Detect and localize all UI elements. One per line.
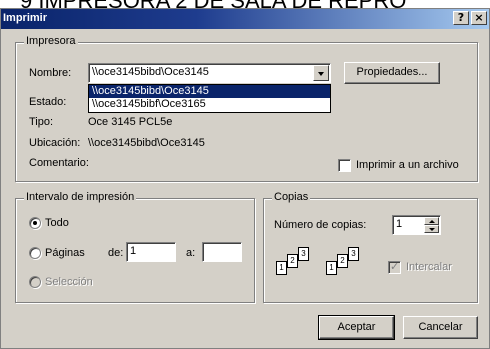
chevron-down-icon (318, 72, 324, 76)
page-3-icon: 3 (298, 247, 309, 261)
copies-group: Copias Número de copias: 1 3 2 1 3 2 1 ✓… (263, 191, 478, 303)
to-page-input[interactable] (202, 242, 242, 262)
dropdown-item[interactable]: \\oce3145bibd\Oce3145 (89, 85, 330, 98)
printer-group: Impresora Nombre: \\oce3145bibd\Oce3145 … (15, 35, 478, 182)
status-label: Estado: (29, 96, 67, 108)
collate-label: Intercalar (406, 261, 452, 273)
location-value: \\oce3145bibd\Oce3145 (88, 137, 205, 149)
copies-spinner (424, 217, 439, 233)
window-title: Imprimir (3, 12, 48, 24)
collate-pages-icon: 3 2 1 (276, 247, 316, 281)
collate-checkbox[interactable]: ✓ (388, 261, 401, 274)
spin-down-button[interactable] (424, 225, 439, 233)
from-page-input[interactable]: 1 (126, 242, 176, 262)
pages-radio[interactable] (29, 247, 41, 259)
selection-radio[interactable] (29, 276, 41, 288)
arrow-down-icon (429, 228, 435, 231)
to-label: a: (186, 247, 196, 259)
printer-name-label: Nombre: (29, 67, 72, 79)
copies-group-label: Copias (272, 191, 311, 203)
print-dialog: Imprimir ? × Impresora Nombre: \\oce3145… (0, 8, 490, 349)
print-to-file-label: Imprimir a un archivo (356, 159, 459, 171)
page-3-icon: 3 (348, 247, 359, 261)
printer-group-label: Impresora (24, 35, 78, 47)
copies-count-value: 1 (396, 218, 403, 230)
arrow-up-icon (429, 220, 435, 223)
page-2-icon: 2 (287, 254, 298, 268)
dropdown-button[interactable] (313, 65, 329, 81)
print-to-file-checkbox[interactable] (338, 159, 351, 172)
printer-name-select[interactable]: \\oce3145bibd\Oce3145 (88, 63, 331, 83)
check-icon: ✓ (390, 261, 400, 273)
radio-selected-dot (33, 221, 37, 225)
print-range-group-label: Intervalo de impresión (24, 191, 137, 203)
comment-label: Comentario: (29, 157, 89, 169)
page-1-icon: 1 (276, 261, 287, 275)
printer-dropdown-list: \\oce3145bibd\Oce3145 \\oce3145bibf\Oce3… (88, 84, 331, 113)
ok-button[interactable]: Aceptar (318, 315, 395, 340)
dropdown-item[interactable]: \\oce3145bibf\Oce3165 (89, 98, 330, 111)
close-button[interactable]: × (471, 11, 487, 25)
title-bar: Imprimir ? × (1, 9, 489, 29)
print-range-group: Intervalo de impresión Todo Páginas de: … (15, 191, 255, 303)
collate-pages-icon: 3 2 1 (326, 247, 366, 281)
page-2-icon: 2 (337, 254, 348, 268)
selection-label: Selección (45, 276, 93, 288)
help-button[interactable]: ? (453, 11, 469, 25)
location-label: Ubicación: (29, 137, 81, 149)
pages-label: Páginas (45, 247, 85, 259)
cancel-button[interactable]: Cancelar (403, 316, 478, 339)
all-label: Todo (45, 217, 69, 229)
type-label: Tipo: (29, 116, 54, 128)
copies-count-label: Número de copias: (274, 219, 367, 231)
spin-up-button[interactable] (424, 217, 439, 225)
from-label: de: (108, 247, 124, 259)
properties-button[interactable]: Propiedades... (344, 62, 440, 84)
all-radio[interactable] (29, 217, 41, 229)
type-value: Oce 3145 PCL5e (88, 116, 173, 128)
page-1-icon: 1 (326, 261, 337, 275)
copies-count-input[interactable]: 1 (392, 215, 441, 235)
printer-name-value: \\oce3145bibd\Oce3145 (92, 66, 209, 78)
